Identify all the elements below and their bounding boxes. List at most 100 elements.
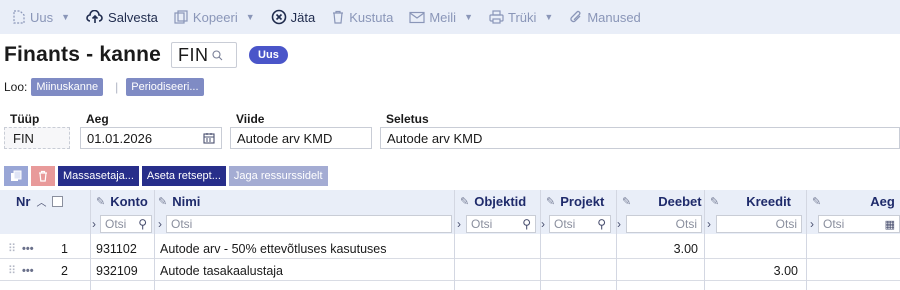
close-circle-icon [271, 9, 286, 25]
date-value: 01.01.2026 [87, 130, 153, 146]
column-debit-label: Deebet [658, 193, 702, 209]
mass-set-button[interactable]: Massasetaja... [58, 166, 139, 186]
debit-filter-placeholder: Otsi [675, 217, 697, 231]
chevron-right-icon[interactable]: › [92, 217, 96, 231]
description-value: Autode arv KMD [387, 130, 483, 146]
pin-icon[interactable]: ✎ [710, 195, 719, 208]
row-account[interactable]: 932109 [96, 260, 138, 281]
mail-icon [409, 11, 425, 23]
chevron-down-icon[interactable]: ▼ [464, 12, 473, 22]
attachments-button[interactable]: Manused [563, 0, 646, 34]
type-field[interactable]: FIN [4, 127, 70, 149]
pin-icon[interactable]: ✎ [546, 195, 555, 208]
account-filter-placeholder: Otsi [105, 217, 127, 231]
row-credit[interactable] [710, 238, 798, 259]
pin-icon[interactable]: ✎ [96, 195, 105, 208]
title-row: Finants - kanne FIN Uus [4, 40, 288, 70]
print-button[interactable]: Trüki ▼ [483, 0, 559, 34]
chevron-down-icon[interactable]: ▼ [544, 12, 553, 22]
chevron-right-icon[interactable]: › [617, 217, 621, 231]
status-badge: Uus [249, 46, 288, 64]
column-header-time[interactable]: ✎ Aeg [812, 190, 900, 212]
copy-button[interactable]: Kopeeri ▼ [168, 0, 261, 34]
name-filter-placeholder: Otsi [171, 217, 193, 231]
set-recipe-button[interactable]: Aseta retsept... [141, 166, 226, 186]
column-time-label: Aeg [870, 193, 895, 209]
type-value: FIN [13, 130, 34, 146]
row-menu-icon[interactable]: ••• [22, 238, 34, 259]
row-menu-icon[interactable]: ••• [22, 260, 34, 281]
time-filter-placeholder: Otsi [823, 217, 845, 231]
column-header-account[interactable]: ✎ Konto [96, 190, 156, 212]
column-divider [806, 190, 807, 290]
leave-button[interactable]: Jäta [265, 0, 322, 34]
delete-button[interactable]: Kustuta [325, 0, 399, 34]
copy-rows-button[interactable] [4, 166, 28, 186]
date-field[interactable]: 01.01.2026 [80, 127, 222, 149]
row-name[interactable]: Autode arv - 50% ettevõtluses kasutuses [160, 238, 387, 259]
credit-filter-input[interactable]: Otsi [716, 215, 802, 233]
column-divider [154, 190, 155, 290]
chevron-right-icon[interactable]: › [457, 217, 461, 231]
row-nr: 1 [61, 241, 68, 256]
column-header-objects[interactable]: ✎ Objektid [460, 190, 540, 212]
pin-icon[interactable]: ✎ [460, 195, 469, 208]
drag-handle-icon[interactable]: ⠿ [8, 260, 16, 281]
chevron-right-icon[interactable]: › [158, 217, 162, 231]
row-name[interactable]: Autode tasakaalustaja [160, 260, 283, 281]
column-header-debit[interactable]: ✎ Deebet [622, 190, 702, 212]
search-icon: ⚲ [522, 217, 531, 231]
column-header-name[interactable]: ✎ Nimi [158, 190, 278, 212]
page-title: Finants - kanne [4, 43, 162, 66]
row-credit[interactable]: 3.00 [710, 260, 798, 281]
chevron-right-icon[interactable]: › [707, 217, 711, 231]
name-filter-input[interactable]: Otsi [166, 215, 452, 233]
objects-filter-input[interactable]: Otsi ⚲ [466, 215, 536, 233]
chevron-down-icon[interactable]: ▼ [61, 12, 70, 22]
periodize-button[interactable]: Periodiseeri... [126, 78, 204, 96]
description-field[interactable]: Autode arv KMD [380, 127, 900, 149]
date-label: Aeg [86, 112, 109, 126]
search-icon[interactable] [211, 49, 223, 61]
new-button[interactable]: Uus ▼ [6, 0, 76, 34]
debit-filter-input[interactable]: Otsi [626, 215, 702, 233]
type-label: Tüüp [10, 112, 40, 126]
trash-icon [39, 170, 47, 182]
chevron-right-icon[interactable]: › [541, 217, 545, 231]
save-button[interactable]: Salvesta [80, 0, 164, 34]
register-code-field[interactable]: FIN [171, 42, 238, 68]
sort-asc-icon[interactable]: ︿ [36, 194, 46, 209]
calendar-icon[interactable] [203, 132, 215, 144]
column-header-project[interactable]: ✎ Projekt [546, 190, 616, 212]
row-account[interactable]: 931102 [96, 238, 137, 259]
mail-button[interactable]: Meili ▼ [403, 0, 479, 34]
reference-label: Viide [236, 112, 265, 126]
row-debit[interactable]: 3.00 [622, 238, 698, 259]
select-all-checkbox[interactable] [52, 195, 64, 207]
toolbar: Uus ▼ Salvesta Kopeeri ▼ Jäta Kustuta Me… [0, 0, 900, 34]
calendar-icon: ▦ [884, 218, 895, 231]
account-filter-input[interactable]: Otsi ⚲ [100, 215, 152, 233]
column-name-label: Nimi [172, 193, 201, 209]
chevron-right-icon[interactable]: › [810, 217, 814, 231]
minus-entry-button[interactable]: Miinuskanne [31, 78, 104, 96]
pin-icon[interactable]: ✎ [812, 195, 821, 208]
chevron-down-icon[interactable]: ▼ [246, 12, 255, 22]
copy-icon [11, 170, 22, 181]
credit-filter-placeholder: Otsi [775, 217, 797, 231]
print-button-label: Trüki [507, 9, 537, 25]
row-debit[interactable] [622, 260, 698, 281]
share-resources-button[interactable]: Jaga ressurssidelt [228, 166, 328, 186]
delete-rows-button[interactable] [31, 166, 55, 186]
time-filter-input[interactable]: Otsi ▦ [818, 215, 900, 233]
table-row[interactable]: ⠿ ••• 2 932109 Autode tasakaalustaja 3.0… [0, 260, 900, 281]
reference-field[interactable]: Autode arv KMD [230, 127, 372, 149]
column-header-credit[interactable]: ✎ Kreedit [710, 190, 802, 212]
new-document-icon [13, 10, 25, 24]
drag-handle-icon[interactable]: ⠿ [8, 238, 16, 259]
project-filter-input[interactable]: Otsi ⚲ [549, 215, 611, 233]
table-row[interactable]: ⠿ ••• 1 931102 Autode arv - 50% ettevõtl… [0, 238, 900, 259]
column-header-nr[interactable]: Nr ︿ [16, 190, 76, 212]
pin-icon[interactable]: ✎ [622, 195, 631, 208]
pin-icon[interactable]: ✎ [158, 195, 167, 208]
